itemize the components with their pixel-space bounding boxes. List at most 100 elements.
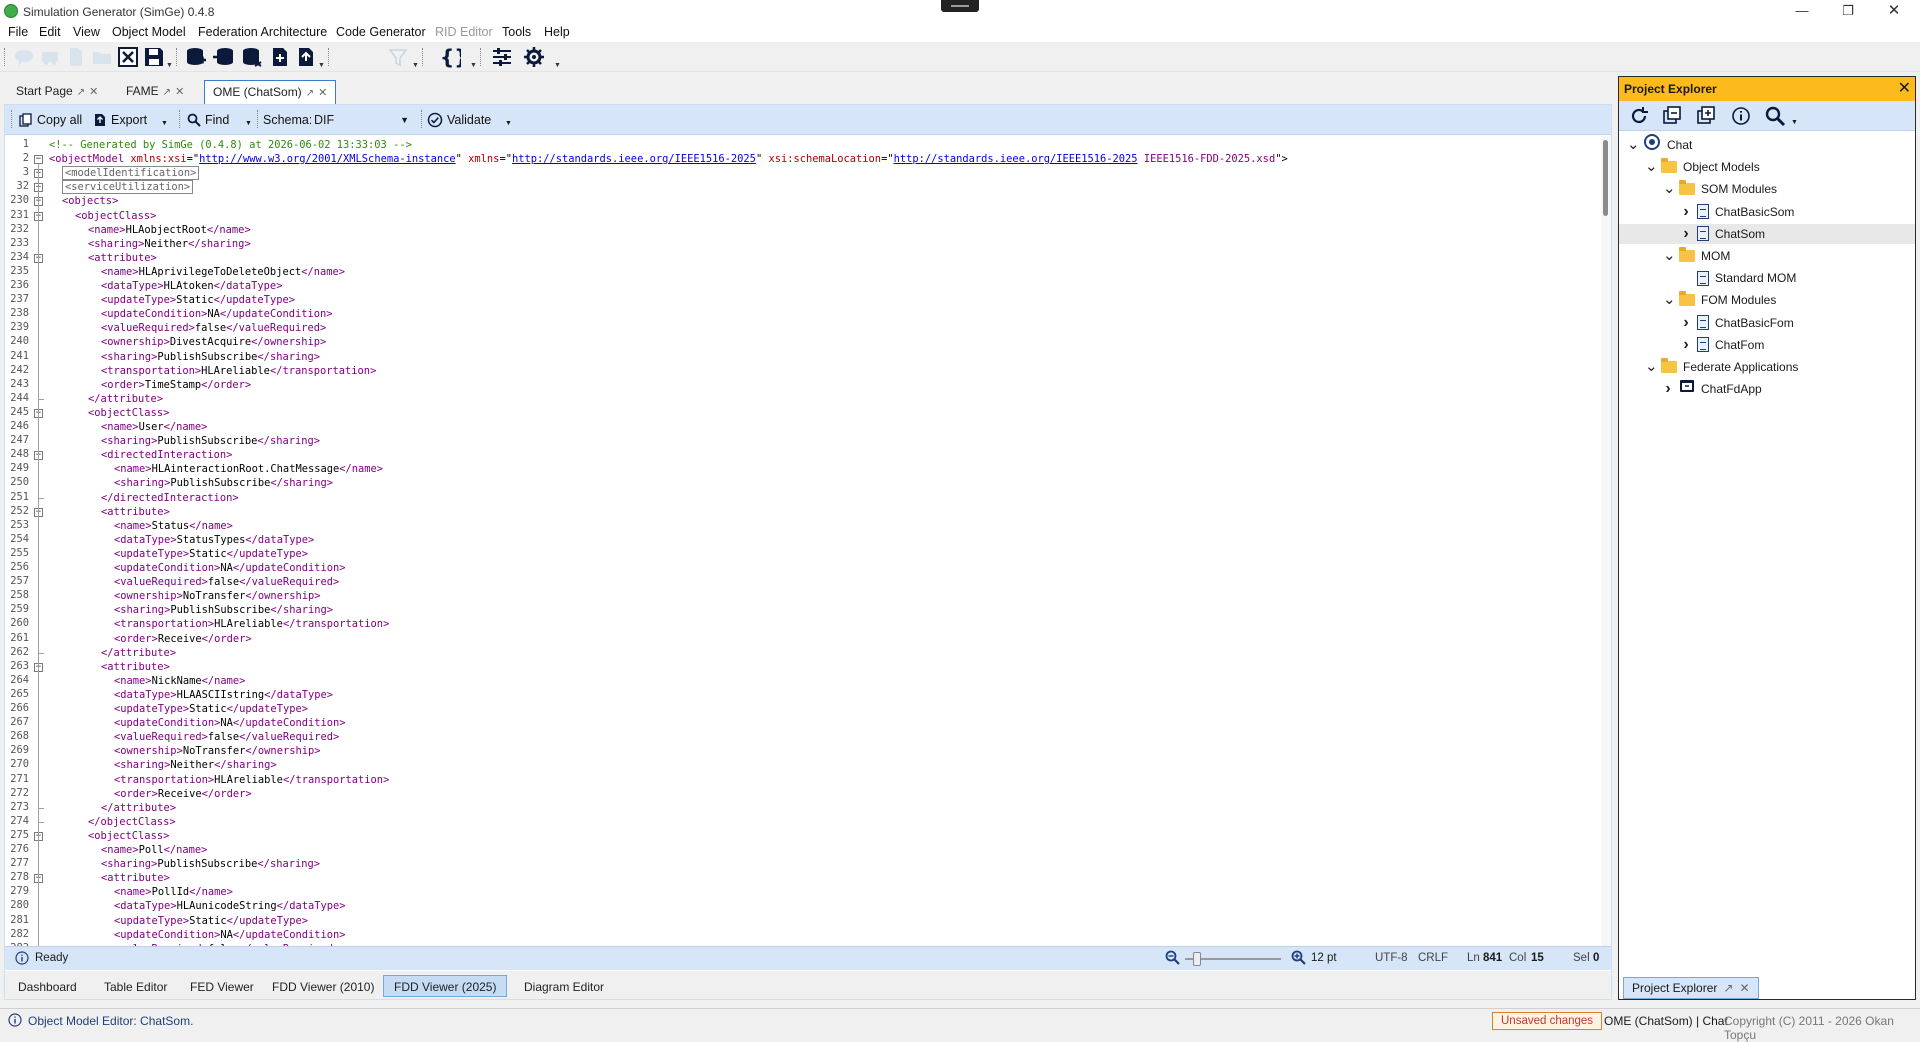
chevron-down-icon[interactable]: ⌄	[1645, 359, 1658, 374]
import-file-icon[interactable]	[268, 46, 292, 68]
find-button[interactable]: Find	[187, 110, 229, 130]
xml-code-view[interactable]: 1 <!-- Generated by SimGe (0.4.8) at 2026…	[5, 136, 1601, 946]
tab-diagram-editor[interactable]: Diagram Editor	[513, 975, 615, 997]
tree-item[interactable]: ⌄ Federate Applications	[1619, 357, 1915, 377]
window-handle[interactable]	[941, 0, 979, 12]
tree-item[interactable]: › ChatBasicSom	[1619, 202, 1915, 222]
add-database-icon[interactable]	[184, 46, 208, 68]
menu-edit[interactable]: Edit	[39, 25, 61, 39]
tab-fdd-viewer-2025[interactable]: FDD Viewer (2025)	[383, 975, 508, 997]
popout-icon[interactable]: ↗	[306, 88, 314, 99]
close-tab-icon[interactable]: ✕	[318, 87, 327, 99]
info-icon[interactable]	[1729, 105, 1753, 127]
maximize-button[interactable]: ❐	[1825, 0, 1871, 24]
collapse-fold-icon[interactable]: −	[34, 155, 43, 165]
code-braces-icon[interactable]: {}	[438, 46, 462, 68]
filter-icon[interactable]	[386, 46, 410, 68]
tab-project-explorer[interactable]: Project Explorer ↗ ✕	[1623, 977, 1759, 999]
export-button[interactable]: Export	[93, 110, 147, 130]
tab-dashboard[interactable]: Dashboard	[7, 975, 88, 997]
menu-help[interactable]: Help	[544, 25, 570, 39]
tree-item[interactable]: ⌄ SOM Modules	[1619, 179, 1915, 199]
chevron-right-icon[interactable]: ›	[1663, 379, 1673, 399]
zoom-slider-thumb[interactable]	[1193, 952, 1201, 966]
toolbar-grip[interactable]	[176, 48, 179, 66]
menu-view[interactable]: View	[73, 25, 100, 39]
tree-item[interactable]: Standard MOM	[1619, 268, 1915, 288]
database-transfer-icon[interactable]	[212, 46, 236, 68]
tab-table-editor[interactable]: Table Editor	[93, 975, 178, 997]
chevron-right-icon[interactable]: ›	[1681, 202, 1691, 222]
gear-icon[interactable]	[522, 46, 546, 68]
line-number: 245	[10, 405, 29, 418]
settings-sliders-icon[interactable]	[490, 46, 514, 68]
minimize-button[interactable]: —	[1779, 0, 1825, 24]
vertical-scrollbar[interactable]	[1601, 136, 1611, 946]
tab-fdd-viewer-2010[interactable]: FDD Viewer (2010)	[261, 975, 385, 997]
close-tab-icon[interactable]: ✕	[1739, 981, 1749, 995]
chat-bubble-icon[interactable]	[12, 46, 36, 68]
code-line: <sharing>PublishSubscribe</sharing>	[101, 435, 320, 448]
menu-tools[interactable]: Tools	[502, 25, 531, 39]
validate-button[interactable]: Validate	[427, 110, 491, 130]
menu-file[interactable]: File	[8, 25, 28, 39]
tab-ome-chatsom[interactable]: OME (ChatSom) ↗ ✕	[204, 80, 337, 104]
tree-item-label: MOM	[1701, 249, 1731, 263]
expand-all-icon[interactable]	[1695, 105, 1719, 127]
chevron-right-icon[interactable]: ›	[1681, 313, 1691, 333]
remove-database-icon[interactable]	[240, 46, 264, 68]
tree-item[interactable]: ⌄ Chat	[1619, 134, 1915, 155]
popout-icon[interactable]: ↗	[163, 87, 171, 98]
menu-code-generator[interactable]: Code Generator	[336, 25, 426, 39]
tree-item[interactable]: › ChatBasicFom	[1619, 313, 1915, 333]
tree-item[interactable]: ⌄ MOM	[1619, 246, 1915, 266]
chevron-down-icon[interactable]: ⌄	[1645, 159, 1658, 174]
chevron-down-icon[interactable]: ⌄	[1663, 248, 1676, 263]
zoom-in-icon[interactable]	[1291, 950, 1307, 969]
close-document-icon[interactable]	[116, 46, 140, 68]
tree-item[interactable]: › ChatFdApp	[1619, 379, 1915, 399]
close-tab-icon[interactable]: ✕	[175, 86, 184, 98]
open-folder-icon[interactable]	[90, 46, 114, 68]
toolbar-grip[interactable]	[4, 48, 7, 66]
chevron-down-icon[interactable]: ⌄	[1663, 181, 1676, 196]
tab-start-page[interactable]: Start Page ↗ ✕	[8, 80, 106, 104]
close-window-button[interactable]: ✕	[1871, 0, 1917, 24]
tab-fed-viewer[interactable]: FED Viewer	[179, 975, 265, 997]
scrollbar-thumb[interactable]	[1603, 140, 1608, 216]
close-tab-icon[interactable]: ✕	[89, 86, 98, 98]
popout-icon[interactable]: ↗	[77, 87, 85, 98]
federate-icon[interactable]	[38, 46, 62, 68]
toolbar-grip[interactable]	[11, 110, 14, 128]
save-icon[interactable]	[142, 46, 166, 68]
zoom-out-icon[interactable]	[1165, 950, 1181, 969]
toolbar-grip[interactable]	[257, 110, 260, 128]
close-icon[interactable]: ✕	[1898, 77, 1911, 101]
line-number: 243	[10, 377, 29, 390]
toolbar-grip[interactable]	[480, 48, 483, 66]
collapse-all-icon[interactable]	[1661, 105, 1685, 127]
chevron-right-icon[interactable]: ›	[1681, 335, 1691, 355]
search-icon[interactable]	[1763, 105, 1787, 127]
toolbar-grip[interactable]	[421, 110, 424, 128]
menu-federation-architecture[interactable]: Federation Architecture	[198, 25, 327, 39]
chevron-right-icon[interactable]: ›	[1681, 224, 1691, 244]
menu-rid-editor[interactable]: RID Editor	[435, 25, 493, 39]
tree-item[interactable]: ⌄ FOM Modules	[1619, 290, 1915, 310]
copy-all-button[interactable]: Copy all	[19, 110, 82, 130]
toolbar-grip[interactable]	[179, 110, 182, 128]
tree-item[interactable]: › ChatSom	[1619, 223, 1915, 244]
tab-fame[interactable]: FAME ↗ ✕	[118, 80, 192, 104]
popout-icon[interactable]: ↗	[1723, 981, 1733, 995]
refresh-icon[interactable]	[1627, 105, 1651, 127]
toolbar-grip[interactable]	[422, 48, 425, 66]
schema-select[interactable]: DIF ▼	[311, 111, 415, 129]
tree-item[interactable]: ⌄ Object Models	[1619, 157, 1915, 177]
tree-item[interactable]: › ChatFom	[1619, 335, 1915, 355]
new-file-icon[interactable]	[64, 46, 88, 68]
toolbar-grip[interactable]	[328, 48, 331, 66]
chevron-down-icon[interactable]: ⌄	[1627, 137, 1640, 152]
export-file-icon[interactable]	[294, 46, 318, 68]
chevron-down-icon[interactable]: ⌄	[1663, 292, 1676, 307]
menu-object-model[interactable]: Object Model	[112, 25, 186, 39]
